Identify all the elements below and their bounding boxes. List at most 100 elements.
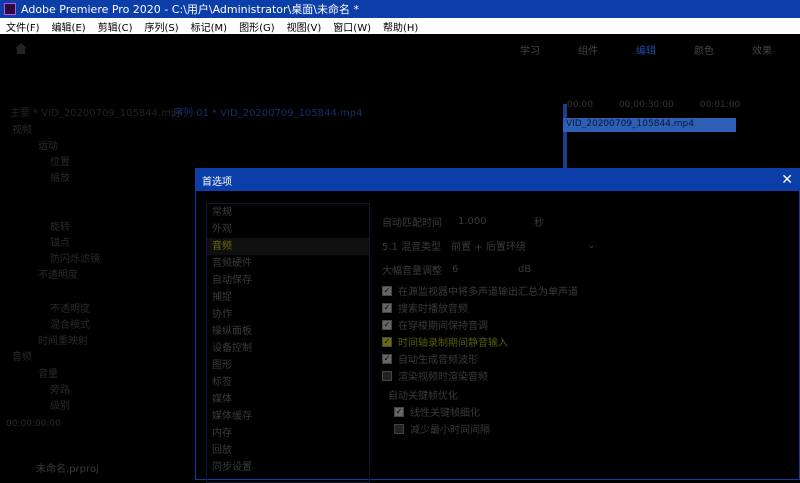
check-label: 线性关键帧细化 bbox=[410, 408, 480, 419]
category-collaboration[interactable]: 协作 bbox=[207, 306, 369, 323]
title-bar: Adobe Premiere Pro 2020 - C:\用户\Administ… bbox=[0, 0, 800, 18]
workspace-learning[interactable]: 学习 bbox=[520, 42, 540, 57]
check-label: 在源监视器中将多声道输出汇总为单声道 bbox=[398, 287, 578, 298]
auto-match-row: 自动匹配时间 1.000 秒 bbox=[382, 214, 544, 229]
category-control-surface[interactable]: 操纵面板 bbox=[207, 323, 369, 340]
sequence-clip-label[interactable]: 序列 01 * VID_20200709_105844.mp4 bbox=[173, 104, 362, 119]
chevron-down-icon[interactable]: ⌄ bbox=[587, 240, 595, 251]
menu-bar: 文件(F) 编辑(E) 剪辑(C) 序列(S) 标记(M) 图形(G) 视图(V… bbox=[0, 18, 800, 34]
keyframe-group-label: 自动关键帧优化 bbox=[388, 391, 458, 402]
checkbox-icon[interactable]: ✓ bbox=[382, 302, 392, 313]
tree-volume[interactable]: 音量 bbox=[38, 365, 58, 380]
ruler-tick: 00:01:00 bbox=[699, 100, 741, 110]
checkbox-icon[interactable]: ✓ bbox=[382, 353, 392, 364]
category-graphics[interactable]: 图形 bbox=[207, 357, 369, 374]
dialog-title: 首选项 bbox=[202, 176, 232, 188]
tree-flicker: 防闪烁滤镜 bbox=[50, 254, 100, 265]
workspace-editing[interactable]: 编辑 bbox=[636, 42, 656, 57]
check-mono[interactable]: ✓ 在源监视器中将多声道输出汇总为单声道 bbox=[382, 283, 578, 298]
ruler-tick: 00:00:30:00 bbox=[618, 100, 674, 110]
menu-view[interactable]: 视图(V) bbox=[287, 19, 322, 34]
tree-scale: 缩放 bbox=[50, 173, 70, 184]
home-icon[interactable] bbox=[15, 43, 27, 54]
workspace-assembly[interactable]: 组件 bbox=[578, 42, 598, 57]
volume-row: 大幅音量调整 6 dB bbox=[382, 262, 531, 277]
workspace-effects[interactable]: 效果 bbox=[752, 42, 772, 57]
volume-input[interactable]: 6 bbox=[452, 264, 512, 275]
menu-graphics[interactable]: 图形(G) bbox=[239, 19, 275, 34]
workspace-tabs: 学习 组件 编辑 颜色 效果 bbox=[520, 42, 772, 57]
category-capture[interactable]: 捕捉 bbox=[207, 289, 369, 306]
checkbox-icon[interactable] bbox=[382, 370, 392, 381]
category-memory[interactable]: 内存 bbox=[207, 425, 369, 442]
check-render-audio[interactable]: 渲染视频时渲染音频 bbox=[382, 368, 488, 383]
tree-anchor: 锚点 bbox=[50, 238, 70, 249]
time-ruler[interactable]: 00:00 00:00:30:00 00:01:00 bbox=[562, 100, 800, 110]
project-file[interactable]: 未命名.prproj bbox=[36, 460, 99, 475]
preferences-dialog: 首选项 ✕ 常规 外观 音频 音频硬件 自动保存 捕捉 协作 操纵面板 设备控制… bbox=[195, 168, 800, 483]
auto-match-unit: 秒 bbox=[534, 218, 544, 229]
tree-time-remap[interactable]: 时间重映射 bbox=[38, 332, 88, 347]
checkbox-icon[interactable]: ✓ bbox=[382, 336, 392, 347]
check-label: 渲染视频时渲染音频 bbox=[398, 372, 488, 383]
check-maintain-pitch[interactable]: ✓ 在穿梭期间保持音调 bbox=[382, 317, 488, 332]
check-linear-keyframe[interactable]: ✓ 线性关键帧细化 bbox=[394, 404, 480, 419]
category-audio[interactable]: 音频 bbox=[207, 238, 369, 255]
category-sync-settings[interactable]: 同步设置 bbox=[207, 459, 369, 476]
tree-level: 级别 bbox=[50, 401, 70, 412]
workspace-color[interactable]: 颜色 bbox=[694, 42, 714, 57]
source-clip-label[interactable]: 主要 * VID_20200709_105844.mp4 bbox=[10, 104, 184, 119]
playhead[interactable] bbox=[563, 104, 567, 174]
volume-unit: dB bbox=[518, 264, 532, 275]
mix-type-row: 5.1 混音类型 前置 + 后置环绕 ⌄ bbox=[382, 238, 595, 253]
check-scrub-audio[interactable]: ✓ 搜索时播放音频 bbox=[382, 300, 468, 315]
timeline-panel: 00:00 00:00:30:00 00:01:00 bbox=[562, 100, 800, 110]
check-label: 搜索时播放音频 bbox=[398, 304, 468, 315]
check-waveforms[interactable]: ✓ 自动生成音频波形 bbox=[382, 351, 478, 366]
category-media-cache[interactable]: 媒体缓存 bbox=[207, 408, 369, 425]
window-title: Adobe Premiere Pro 2020 - C:\用户\Administ… bbox=[21, 3, 359, 16]
checkbox-icon[interactable]: ✓ bbox=[382, 285, 392, 296]
tree-motion[interactable]: 运动 bbox=[38, 137, 58, 152]
auto-match-input[interactable]: 1.000 bbox=[458, 216, 528, 227]
category-general[interactable]: 常规 bbox=[207, 204, 369, 221]
check-mute-input[interactable]: ✓ 时间轴录制期间静音输入 bbox=[382, 334, 508, 349]
category-appearance[interactable]: 外观 bbox=[207, 221, 369, 238]
timecode: 00:00:00:00 bbox=[6, 419, 61, 429]
mix-type-select[interactable]: 前置 + 后置环绕 bbox=[451, 238, 581, 253]
tree-opacity[interactable]: 不透明度 bbox=[38, 266, 78, 281]
checkbox-icon[interactable] bbox=[394, 423, 404, 434]
menu-edit[interactable]: 编辑(E) bbox=[52, 19, 86, 34]
category-media[interactable]: 媒体 bbox=[207, 391, 369, 408]
category-autosave[interactable]: 自动保存 bbox=[207, 272, 369, 289]
tree-bypass: 旁路 bbox=[50, 385, 70, 396]
check-label: 时间轴录制期间静音输入 bbox=[398, 338, 508, 349]
tree-video: 视频 bbox=[12, 125, 32, 136]
ruler-tick: 00:00 bbox=[567, 100, 593, 110]
check-label: 减少最小时间间隔 bbox=[410, 425, 490, 436]
checkbox-icon[interactable]: ✓ bbox=[382, 319, 392, 330]
menu-file[interactable]: 文件(F) bbox=[6, 19, 40, 34]
timeline-clip[interactable]: VID_20200709_105844.mp4 bbox=[563, 118, 736, 132]
menu-markers[interactable]: 标记(M) bbox=[191, 19, 227, 34]
close-icon[interactable]: ✕ bbox=[781, 172, 793, 188]
menu-sequence[interactable]: 序列(S) bbox=[144, 19, 178, 34]
category-labels[interactable]: 标签 bbox=[207, 374, 369, 391]
tree-blend-mode: 混合模式 bbox=[50, 320, 90, 331]
volume-label: 大幅音量调整 bbox=[382, 266, 442, 277]
category-playback[interactable]: 回放 bbox=[207, 442, 369, 459]
tree-audio: 音频 bbox=[12, 352, 32, 363]
checkbox-icon[interactable]: ✓ bbox=[394, 406, 404, 417]
menu-help[interactable]: 帮助(H) bbox=[383, 19, 418, 34]
check-label: 在穿梭期间保持音调 bbox=[398, 321, 488, 332]
check-min-interval[interactable]: 减少最小时间间隔 bbox=[394, 421, 490, 436]
tree-opacity-value: 不透明度 bbox=[50, 304, 90, 315]
menu-window[interactable]: 窗口(W) bbox=[333, 19, 371, 34]
category-list: 常规 外观 音频 音频硬件 自动保存 捕捉 协作 操纵面板 设备控制 图形 标签… bbox=[206, 203, 370, 483]
category-audio-hardware[interactable]: 音频硬件 bbox=[207, 255, 369, 272]
category-device-control[interactable]: 设备控制 bbox=[207, 340, 369, 357]
menu-clip[interactable]: 剪辑(C) bbox=[98, 19, 133, 34]
auto-match-label: 自动匹配时间 bbox=[382, 218, 442, 229]
mix-type-label: 5.1 混音类型 bbox=[382, 242, 442, 253]
check-label: 自动生成音频波形 bbox=[398, 355, 478, 366]
